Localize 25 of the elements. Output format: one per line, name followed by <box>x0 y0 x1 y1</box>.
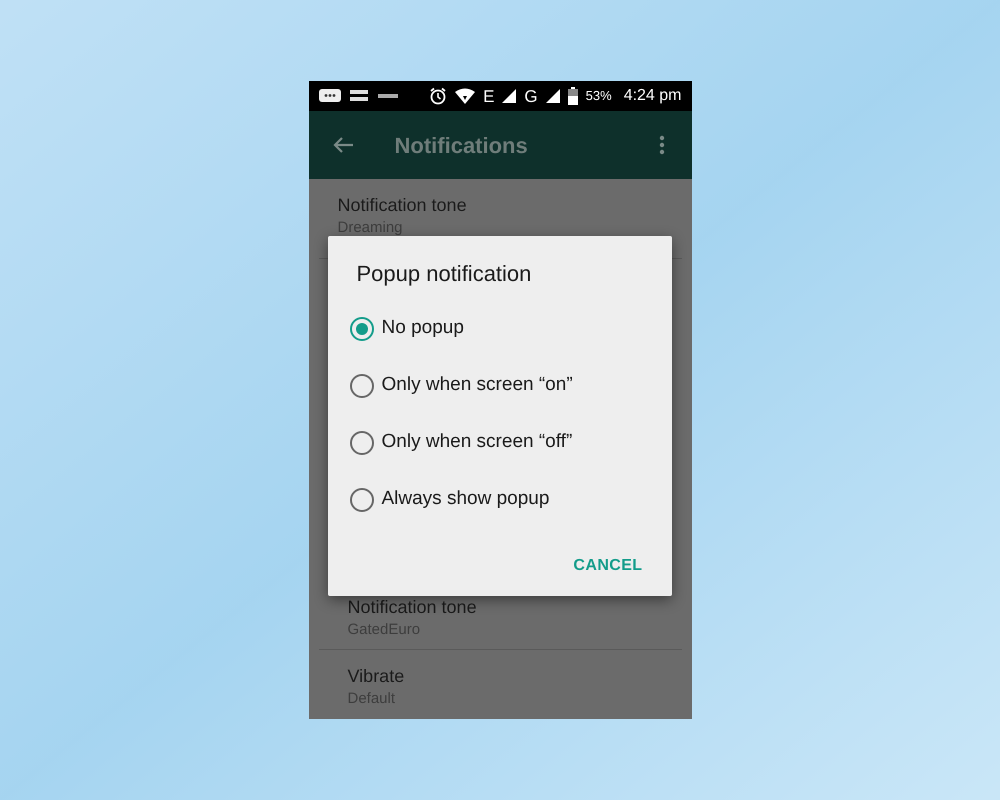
radio-button[interactable] <box>350 430 374 454</box>
signal-icon <box>546 89 560 103</box>
setting-title: Notification tone <box>348 596 478 619</box>
radio-option[interactable]: Only when screen “off” <box>350 414 642 471</box>
radio-option[interactable]: No popup <box>350 300 642 357</box>
battery-icon <box>568 87 578 105</box>
network-type: E <box>483 88 494 104</box>
clock-time: 4:24 pm <box>624 86 682 106</box>
dialog-title: Popup notification <box>356 260 532 288</box>
radio-option[interactable]: Always show popup <box>350 471 642 528</box>
setting-title: Notification tone <box>338 194 468 217</box>
back-arrow-icon <box>332 136 354 154</box>
battery-percentage: 53% <box>586 87 612 106</box>
radio-button[interactable] <box>350 488 374 512</box>
radio-button[interactable] <box>350 316 374 340</box>
network-type: G <box>524 88 538 104</box>
setting-title: Vibrate <box>348 665 406 688</box>
screen-title: Notifications <box>394 132 528 160</box>
radio-option[interactable]: Only when screen “on” <box>350 357 642 414</box>
radio-button[interactable] <box>350 374 374 398</box>
wifi-icon <box>455 88 476 104</box>
alarm-icon <box>429 87 448 105</box>
signal-icon <box>502 89 516 103</box>
message-icon <box>318 88 340 104</box>
more-options-icon <box>658 135 664 155</box>
